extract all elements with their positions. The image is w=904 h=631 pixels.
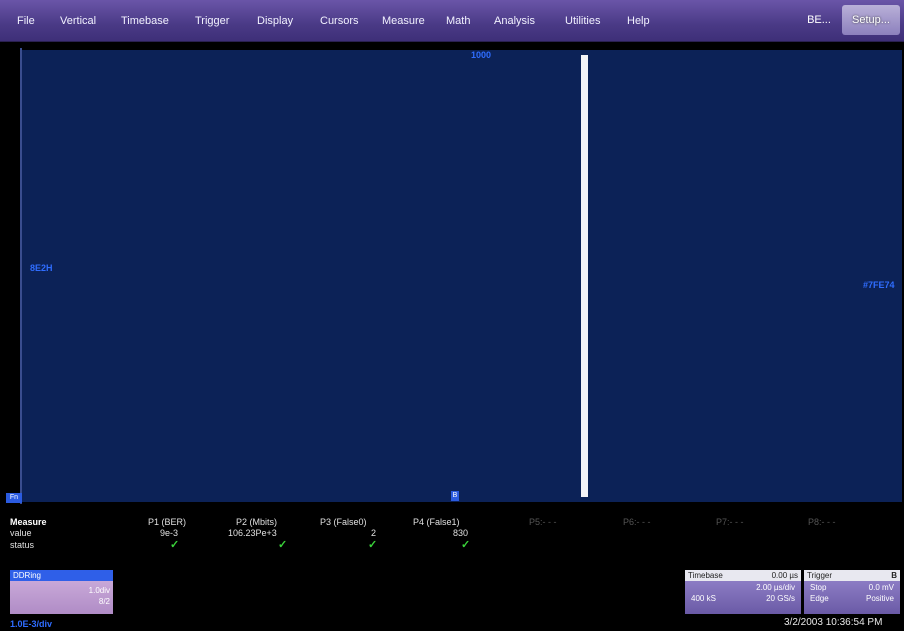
measure-value-p1: 9e-3	[160, 528, 179, 538]
menu-help[interactable]: Help	[623, 13, 654, 29]
status-ok-icon: ✓	[368, 539, 378, 551]
status-ok-icon: ✓	[461, 539, 471, 551]
measure-row-label-value: value	[10, 528, 32, 538]
timebase-panel[interactable]: Timebase 0.00 µs 2.00 µs/div 400 kS 20 G…	[685, 570, 801, 614]
menu-display[interactable]: Display	[253, 13, 297, 29]
timestamp: 3/2/2003 10:36:54 PM	[784, 617, 883, 628]
trigger-body: Stop 0.0 mV Edge Positive	[804, 581, 900, 614]
menu-cursors[interactable]: Cursors	[316, 13, 363, 29]
measure-value-p3: 2	[371, 528, 377, 538]
trigger-marker[interactable]: B	[451, 491, 459, 501]
timebase-delay: 0.00 µs	[771, 571, 798, 580]
waveform-grid[interactable]	[22, 50, 902, 502]
measure-header-p4[interactable]: P4 (False1)	[413, 517, 460, 527]
measure-title[interactable]: Measure	[10, 517, 47, 527]
waveform-trace	[581, 55, 588, 497]
measure-header-p7[interactable]: P7:- - -	[716, 517, 744, 527]
channel-marker[interactable]: Fn	[6, 493, 22, 503]
bottom-left-label: 1.0E-3/div	[10, 619, 53, 629]
timebase-header: Timebase 0.00 µs	[685, 570, 801, 581]
trigger-type: Edge	[810, 594, 829, 603]
measure-header-p6[interactable]: P6:- - -	[623, 517, 651, 527]
be-button[interactable]: BE...	[804, 5, 834, 35]
status-ok-icon: ✓	[278, 539, 288, 551]
menu-utilities[interactable]: Utilities	[561, 13, 604, 29]
menu-file[interactable]: File	[13, 13, 39, 29]
trigger-header: Trigger B	[804, 570, 900, 581]
setup-button[interactable]: Setup...	[842, 5, 900, 35]
menu-math[interactable]: Math	[442, 13, 474, 29]
menu-timebase[interactable]: Timebase	[117, 13, 173, 29]
channel-descriptor-title: DDRing	[10, 570, 113, 581]
timebase-body: 2.00 µs/div 400 kS 20 GS/s	[685, 581, 801, 614]
measure-value-p2: 106.23Pe+3	[228, 528, 277, 538]
trigger-slope: Positive	[865, 594, 894, 603]
timebase-per-div: 2.00 µs/div	[756, 583, 795, 592]
channel-descriptor-count: 8/2	[98, 597, 110, 606]
trigger-title: Trigger	[807, 571, 833, 580]
measure-header-p5[interactable]: P5:- - -	[529, 517, 557, 527]
menu-bar: File Vertical Timebase Trigger Display C…	[0, 0, 904, 42]
trigger-level: 0.0 mV	[868, 583, 894, 592]
menu-vertical[interactable]: Vertical	[56, 13, 100, 29]
menu-trigger[interactable]: Trigger	[191, 13, 233, 29]
measure-header-p1[interactable]: P1 (BER)	[148, 517, 186, 527]
trigger-panel[interactable]: Trigger B Stop 0.0 mV Edge Positive	[804, 570, 900, 614]
timebase-title: Timebase	[688, 571, 723, 580]
menu-measure[interactable]: Measure	[378, 13, 429, 29]
measure-header-p2[interactable]: P2 (Mbits)	[236, 517, 277, 527]
channel-descriptor-scale: 1.0div	[88, 586, 110, 595]
channel-descriptor[interactable]: DDRing 1.0div 8/2	[10, 570, 113, 614]
measure-row-label-status: status	[10, 540, 35, 550]
timebase-rate: 20 GS/s	[766, 594, 795, 603]
menu-analysis[interactable]: Analysis	[490, 13, 539, 29]
measure-header-p3[interactable]: P3 (False0)	[320, 517, 367, 527]
measure-header-p8[interactable]: P8:- - -	[808, 517, 836, 527]
status-ok-icon: ✓	[170, 539, 180, 551]
timebase-samples: 400 kS	[691, 594, 716, 603]
channel-descriptor-body: 1.0div 8/2	[10, 581, 113, 614]
measure-value-p4: 830	[453, 528, 469, 538]
grid-top-label: 1000	[471, 50, 492, 60]
grid-right-label: #7FE74	[863, 280, 895, 290]
grid-left-label: 8E2H	[30, 263, 53, 273]
trigger-mode: Stop	[810, 583, 827, 592]
trigger-channel: B	[891, 571, 897, 580]
